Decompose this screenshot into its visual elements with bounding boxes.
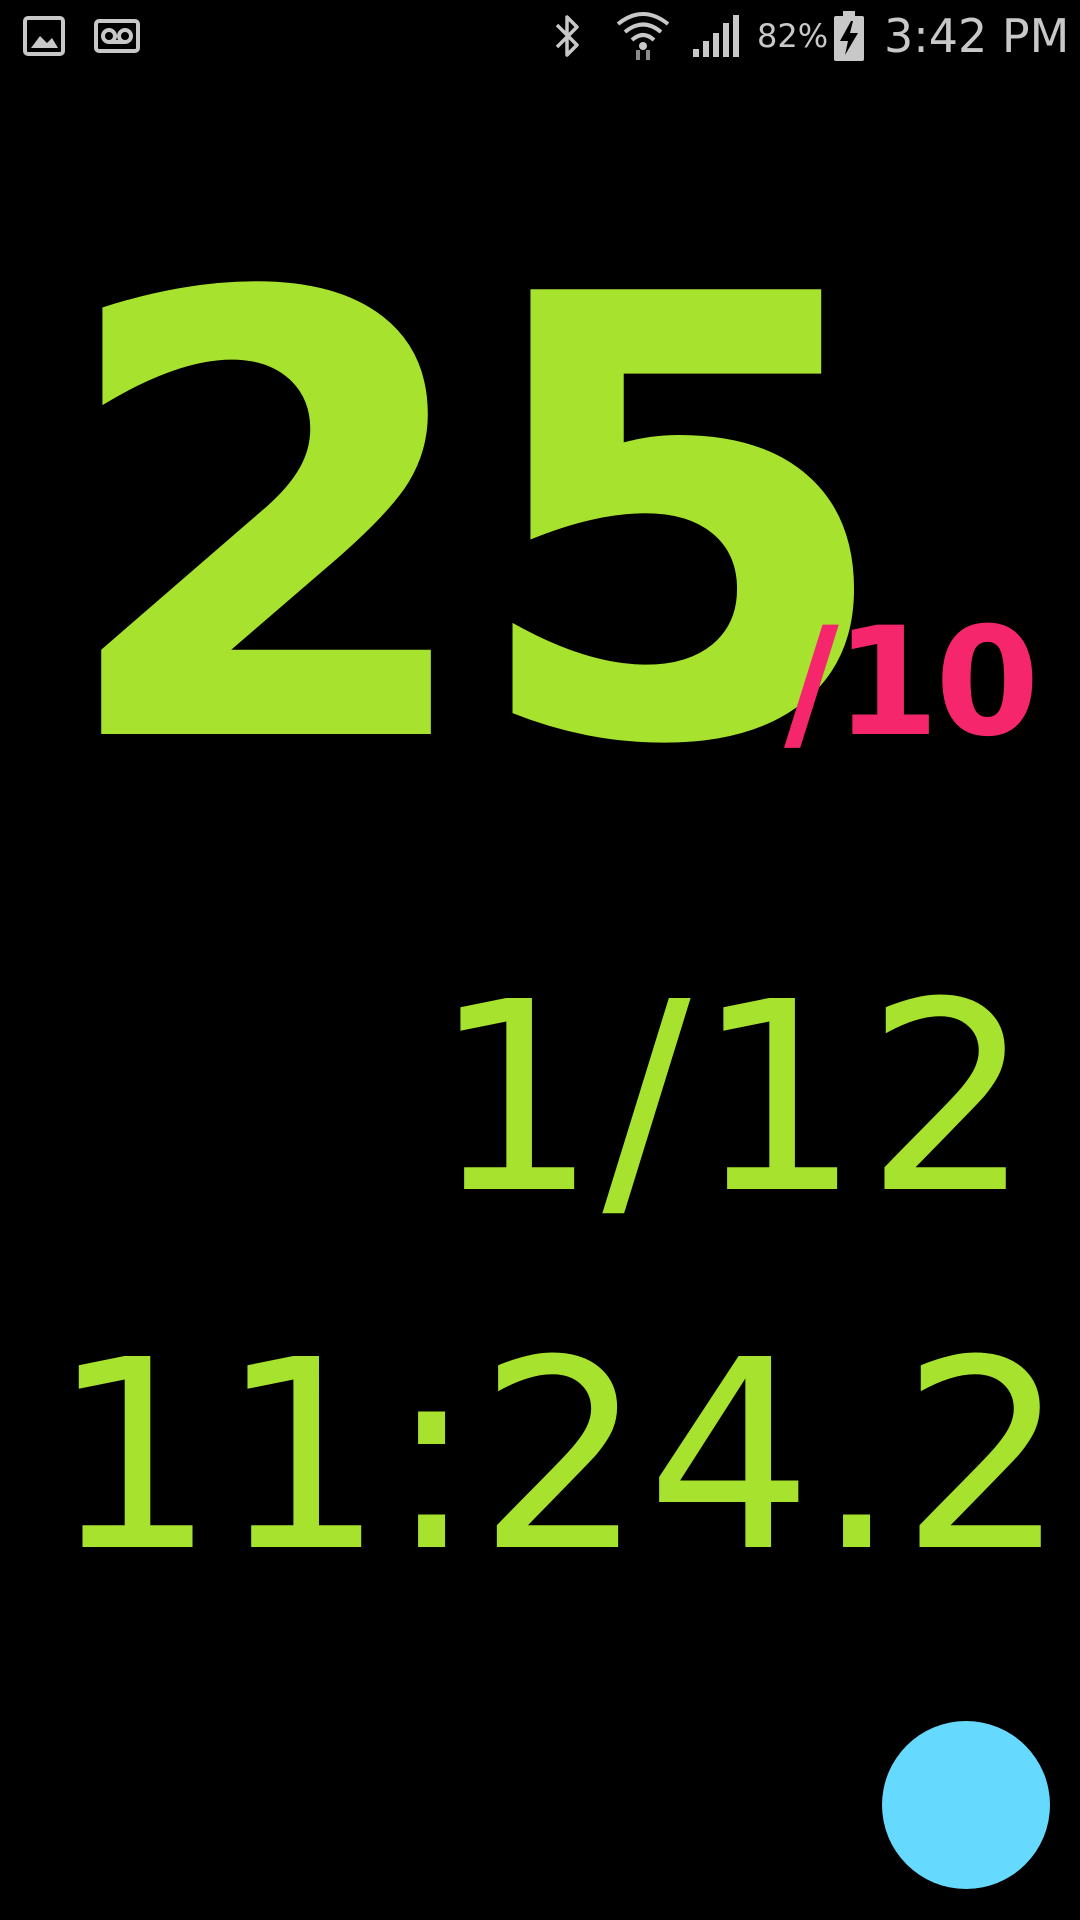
status-bar: 82% 3:42 PM (0, 0, 1080, 72)
cell-signal-icon (690, 10, 742, 62)
battery-percent: 82% (757, 17, 829, 55)
gallery-icon (22, 10, 66, 62)
count-current: 25 (52, 168, 897, 878)
set-fraction: 1/12 (431, 946, 1036, 1251)
status-clock: 3:42 PM (884, 9, 1070, 63)
action-button[interactable] (882, 1721, 1050, 1889)
wifi-icon (615, 10, 671, 62)
elapsed-timer: 11:24.2 (50, 1304, 1070, 1609)
battery-charging-icon (832, 10, 866, 62)
voicemail-icon (93, 10, 141, 62)
count-total: /10 (784, 596, 1040, 770)
bluetooth-icon (548, 10, 588, 62)
